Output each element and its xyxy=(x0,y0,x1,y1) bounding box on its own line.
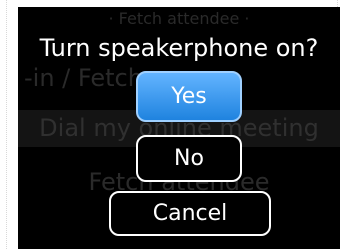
yes-button[interactable]: Yes xyxy=(136,71,242,122)
speakerphone-dialog-title: Turn speakerphone on? xyxy=(39,34,319,62)
left-dotted-guide xyxy=(6,0,7,249)
phone-ui-page: · Fetch attendee · -in / Fetch Dial my o… xyxy=(0,0,343,249)
cancel-button[interactable]: Cancel xyxy=(109,191,271,236)
no-button[interactable]: No xyxy=(136,135,242,182)
dialog-screen: · Fetch attendee · -in / Fetch Dial my o… xyxy=(18,7,340,249)
background-row-1: · Fetch attendee · xyxy=(108,9,250,28)
